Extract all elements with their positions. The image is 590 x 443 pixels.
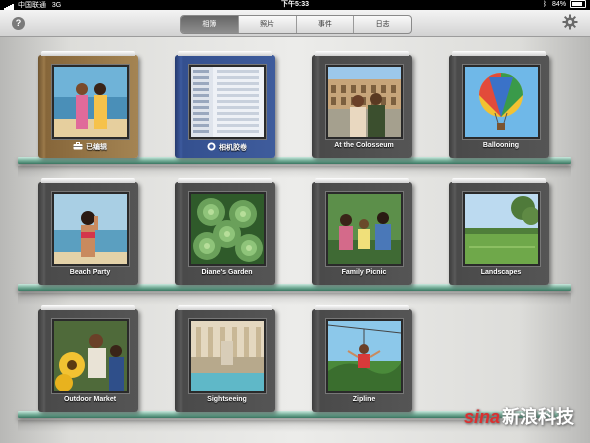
album-cover-photo <box>52 192 129 266</box>
album-0[interactable]: 已编辑 <box>38 51 138 158</box>
album-title: 已编辑 <box>46 142 134 152</box>
album-pages <box>178 51 272 56</box>
album-title: Diane's Garden <box>183 269 271 276</box>
album-pages <box>452 178 546 183</box>
album-title-text: Zipline <box>352 396 376 403</box>
album-cover-photo <box>52 319 129 393</box>
album-title-text: Ballooning <box>482 142 520 149</box>
album-title-text: Outdoor Market <box>63 396 117 403</box>
album-title: Sightseeing <box>183 396 271 403</box>
tab-2[interactable]: 事件 <box>295 16 354 33</box>
tab-1[interactable]: 照片 <box>237 16 296 33</box>
watermark-brand: sina <box>463 407 500 427</box>
tab-0[interactable]: 相簿 <box>181 16 238 33</box>
status-bar: 中国联通 3G 下午5:33 ᛒ 84% <box>0 0 590 10</box>
album-beach-party[interactable]: Beach Party <box>38 178 138 285</box>
album-title-text: At the Colosseum <box>334 142 394 149</box>
album-title-text: Beach Party <box>69 269 111 276</box>
camera-icon <box>207 142 216 153</box>
watermark: sina 新浪科技 <box>464 403 574 429</box>
album-cover-photo <box>463 65 540 139</box>
album-title: Family Picnic <box>320 269 408 276</box>
tab-3[interactable]: 日志 <box>353 16 411 33</box>
gear-icon[interactable] <box>562 14 578 30</box>
album-pages <box>41 305 135 310</box>
view-segmented-control: 相簿 照片 事件 日志 <box>180 15 412 34</box>
album-title: Outdoor Market <box>46 396 134 403</box>
album-title-text: 相机胶卷 <box>219 144 247 152</box>
album-cover-photo <box>326 65 403 139</box>
album-title: Beach Party <box>46 269 134 276</box>
battery-group: ᛒ 84% <box>543 0 586 10</box>
album-cover-photo <box>326 319 403 393</box>
album-pages <box>315 178 409 183</box>
album-pages <box>452 51 546 56</box>
album-pages <box>41 178 135 183</box>
album-outdoor-market[interactable]: Outdoor Market <box>38 305 138 412</box>
album-title: Ballooning <box>457 142 545 149</box>
album-title-text: Diane's Garden <box>201 269 253 276</box>
album-diane-s-garden[interactable]: Diane's Garden <box>175 178 275 285</box>
album-title: Landscapes <box>457 269 545 276</box>
album-cover-photo <box>52 65 129 139</box>
toolbar: ? 相簿 照片 事件 日志 <box>0 10 590 37</box>
shelf-shadow <box>18 166 571 178</box>
album-cover-photo <box>326 192 403 266</box>
album-zipline[interactable]: Zipline <box>312 305 412 412</box>
album-title-text: Family Picnic <box>341 269 387 276</box>
watermark-text: 新浪科技 <box>502 407 574 427</box>
shelf-1 <box>18 157 571 164</box>
album-ballooning[interactable]: Ballooning <box>449 51 549 158</box>
album-cover-photo <box>189 319 266 393</box>
album-pages <box>178 305 272 310</box>
shelf-shadow <box>18 293 571 305</box>
battery-percent: 84% <box>552 1 567 8</box>
album-title: Zipline <box>320 396 408 403</box>
shelf-2 <box>18 284 571 291</box>
battery-icon <box>570 0 586 9</box>
help-button[interactable]: ? <box>12 17 25 30</box>
album-cover-photo <box>189 65 266 139</box>
album-pages <box>315 305 409 310</box>
album-at-the-colosseum[interactable]: At the Colosseum <box>312 51 412 158</box>
album-title-text: Landscapes <box>480 269 522 276</box>
album-title: At the Colosseum <box>320 142 408 149</box>
album-pages <box>178 178 272 183</box>
album-pages <box>41 51 135 56</box>
album-1[interactable]: 相机胶卷 <box>175 51 275 158</box>
album-title-text: 已编辑 <box>86 144 107 151</box>
album-landscapes[interactable]: Landscapes <box>449 178 549 285</box>
album-cover-photo <box>189 192 266 266</box>
album-sightseeing[interactable]: Sightseeing <box>175 305 275 412</box>
album-pages <box>315 51 409 56</box>
album-cover-photo <box>463 192 540 266</box>
bluetooth-icon: ᛒ <box>542 1 548 8</box>
album-title: 相机胶卷 <box>183 142 271 153</box>
clock: 下午5:33 <box>280 1 309 8</box>
album-family-picnic[interactable]: Family Picnic <box>312 178 412 285</box>
briefcase-icon <box>73 142 83 152</box>
album-title-text: Sightseeing <box>207 396 247 403</box>
